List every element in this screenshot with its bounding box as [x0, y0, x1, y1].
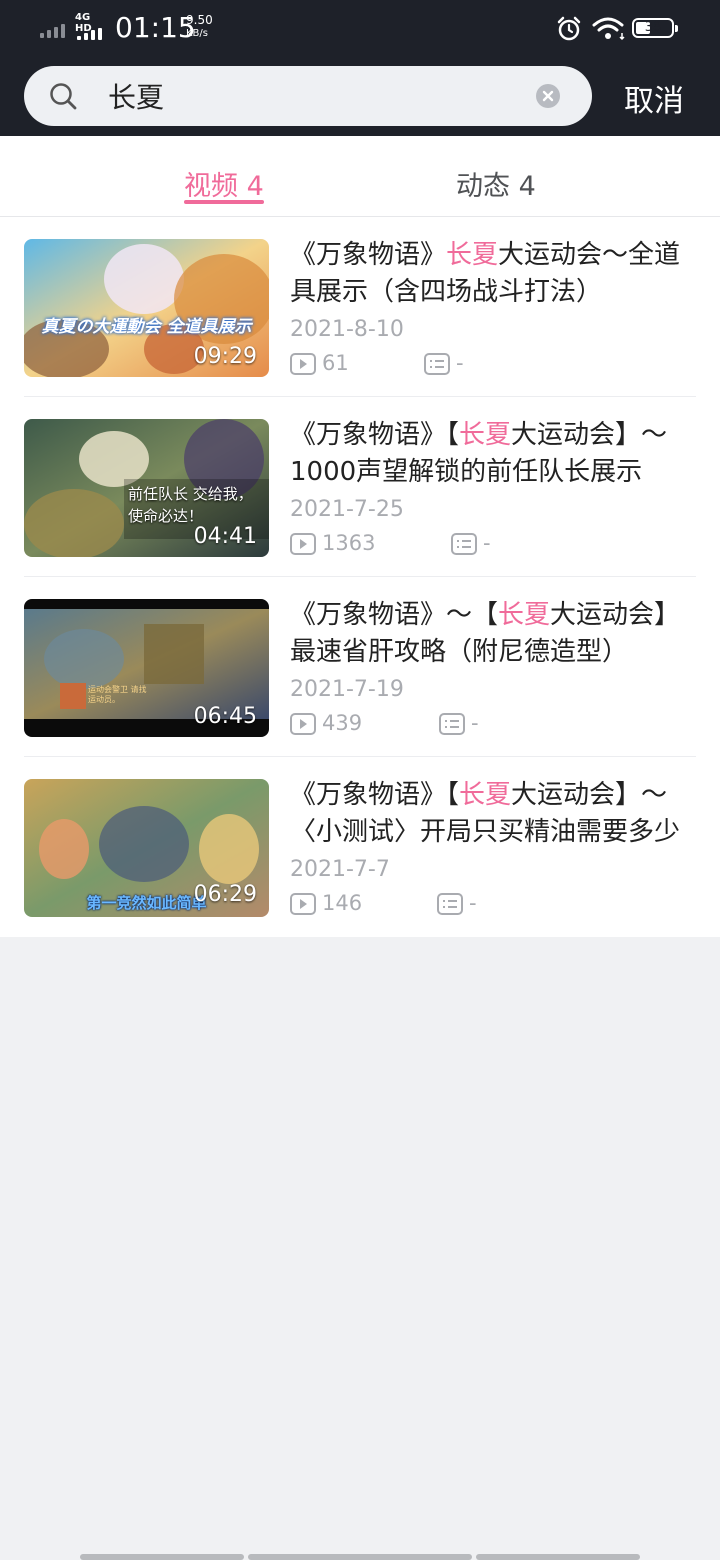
comment-count-value: -: [483, 531, 491, 555]
search-bar[interactable]: [24, 66, 592, 126]
play-icon: [290, 893, 316, 915]
video-thumbnail[interactable]: 前任队长 交给我，使命必达！ 04:41: [24, 419, 269, 557]
video-title-prefix: 《万象物语》: [290, 240, 447, 270]
signal-strength-icon: [40, 22, 70, 38]
video-title-prefix: 《万象物语》～【: [290, 600, 499, 630]
network-type-icon: 4G HD: [75, 12, 107, 40]
tab-videos[interactable]: 视频 4: [184, 164, 264, 203]
video-duration: 04:41: [193, 524, 257, 549]
wifi-icon: [592, 17, 625, 41]
video-title-highlight: 长夏: [459, 420, 512, 450]
search-icon: [50, 83, 77, 110]
nav-gesture-bar-right[interactable]: [476, 1554, 640, 1560]
play-count-value: 1363: [322, 531, 376, 555]
cancel-button[interactable]: 取消: [624, 76, 684, 120]
comment-icon: [439, 713, 465, 735]
play-count-value: 146: [322, 891, 363, 915]
play-count: 1363: [290, 531, 400, 559]
thumbnail-caption: 运动会警卫 请找运动员。: [88, 685, 147, 704]
alarm-icon: [557, 16, 581, 41]
comment-count: -: [437, 891, 497, 919]
video-duration: 06:29: [193, 882, 257, 907]
comment-count: -: [424, 351, 484, 379]
video-title-prefix: 《万象物语》【: [290, 780, 460, 810]
video-title-highlight: 长夏: [498, 600, 551, 630]
clear-search-button[interactable]: [536, 84, 560, 108]
video-thumbnail[interactable]: 真夏の大運動会 全道具展示 09:29: [24, 239, 269, 377]
video-title-highlight: 长夏: [446, 240, 499, 270]
comment-icon: [451, 533, 477, 555]
play-icon: [290, 713, 316, 735]
comment-icon: [424, 353, 450, 375]
play-count-value: 439: [322, 711, 363, 735]
video-title[interactable]: 《万象物语》长夏大运动会～全道具展示（含四场战斗打法）: [290, 237, 695, 311]
video-date: 2021-7-25: [290, 497, 404, 522]
video-title-prefix: 《万象物语》【: [290, 420, 460, 450]
video-thumbnail[interactable]: 运动会警卫 请找运动员。 06:45: [24, 599, 269, 737]
thumbnail-caption: 前任队长 交给我，使命必达！: [128, 485, 253, 525]
play-count-value: 61: [322, 351, 349, 375]
nav-gesture-bar-center[interactable]: [248, 1554, 472, 1560]
comment-count-value: -: [471, 711, 479, 735]
play-count: 439: [290, 711, 390, 739]
play-icon: [290, 533, 316, 555]
video-duration: 06:45: [193, 704, 257, 729]
video-date: 2021-7-19: [290, 677, 404, 702]
result-tabs: 视频 4 动态 4: [0, 136, 720, 217]
comment-icon: [437, 893, 463, 915]
video-title[interactable]: 《万象物语》～【长夏大运动会】最速省肝攻略（附尼德造型）: [290, 597, 695, 671]
list-item[interactable]: 第一竞然如此简单 06:29 《万象物语》【长夏大运动会】～〈小测试〉开局只买精…: [0, 757, 720, 937]
video-result-list: 真夏の大運動会 全道具展示 09:29 《万象物语》长夏大运动会～全道具展示（含…: [0, 217, 720, 937]
search-input[interactable]: [108, 76, 528, 116]
list-item[interactable]: 真夏の大運動会 全道具展示 09:29 《万象物语》长夏大运动会～全道具展示（含…: [0, 217, 720, 397]
battery-icon: 38: [632, 18, 678, 38]
comment-count-value: -: [469, 891, 477, 915]
network-speed-unit: KB/s: [186, 28, 208, 39]
video-date: 2021-8-10: [290, 317, 404, 342]
network-speed: 9.50 KB/s: [186, 14, 213, 40]
video-thumbnail[interactable]: 第一竞然如此简单 06:29: [24, 779, 269, 917]
list-item[interactable]: 前任队长 交给我，使命必达！ 04:41 《万象物语》【长夏大运动会】～1000…: [0, 397, 720, 577]
list-item[interactable]: 运动会警卫 请找运动员。 06:45 《万象物语》～【长夏大运动会】最速省肝攻略…: [0, 577, 720, 757]
nav-gesture-bar-left[interactable]: [80, 1554, 244, 1560]
video-title[interactable]: 《万象物语》【长夏大运动会】～〈小测试〉开局只买精油需要多少: [290, 777, 695, 851]
clear-icon: [542, 90, 554, 102]
play-count: 61: [290, 351, 380, 379]
tab-posts[interactable]: 动态 4: [456, 164, 536, 203]
comment-count-value: -: [456, 351, 464, 375]
status-bar: 4G HD 01:15 9.50 KB/s 38: [0, 0, 720, 56]
play-count: 146: [290, 891, 390, 919]
comment-count: -: [451, 531, 511, 559]
video-date: 2021-7-7: [290, 857, 390, 882]
video-title[interactable]: 《万象物语》【长夏大运动会】～1000声望解锁的前任队长展示: [290, 417, 695, 491]
status-time: 01:15: [115, 11, 196, 44]
play-icon: [290, 353, 316, 375]
video-duration: 09:29: [193, 344, 257, 369]
active-tab-indicator: [184, 200, 264, 204]
battery-level: 38: [644, 20, 662, 35]
video-title-highlight: 长夏: [459, 780, 512, 810]
comment-count: -: [439, 711, 499, 739]
thumbnail-caption: 真夏の大運動会 全道具展示: [41, 317, 252, 337]
network-speed-value: 9.50: [186, 13, 213, 27]
